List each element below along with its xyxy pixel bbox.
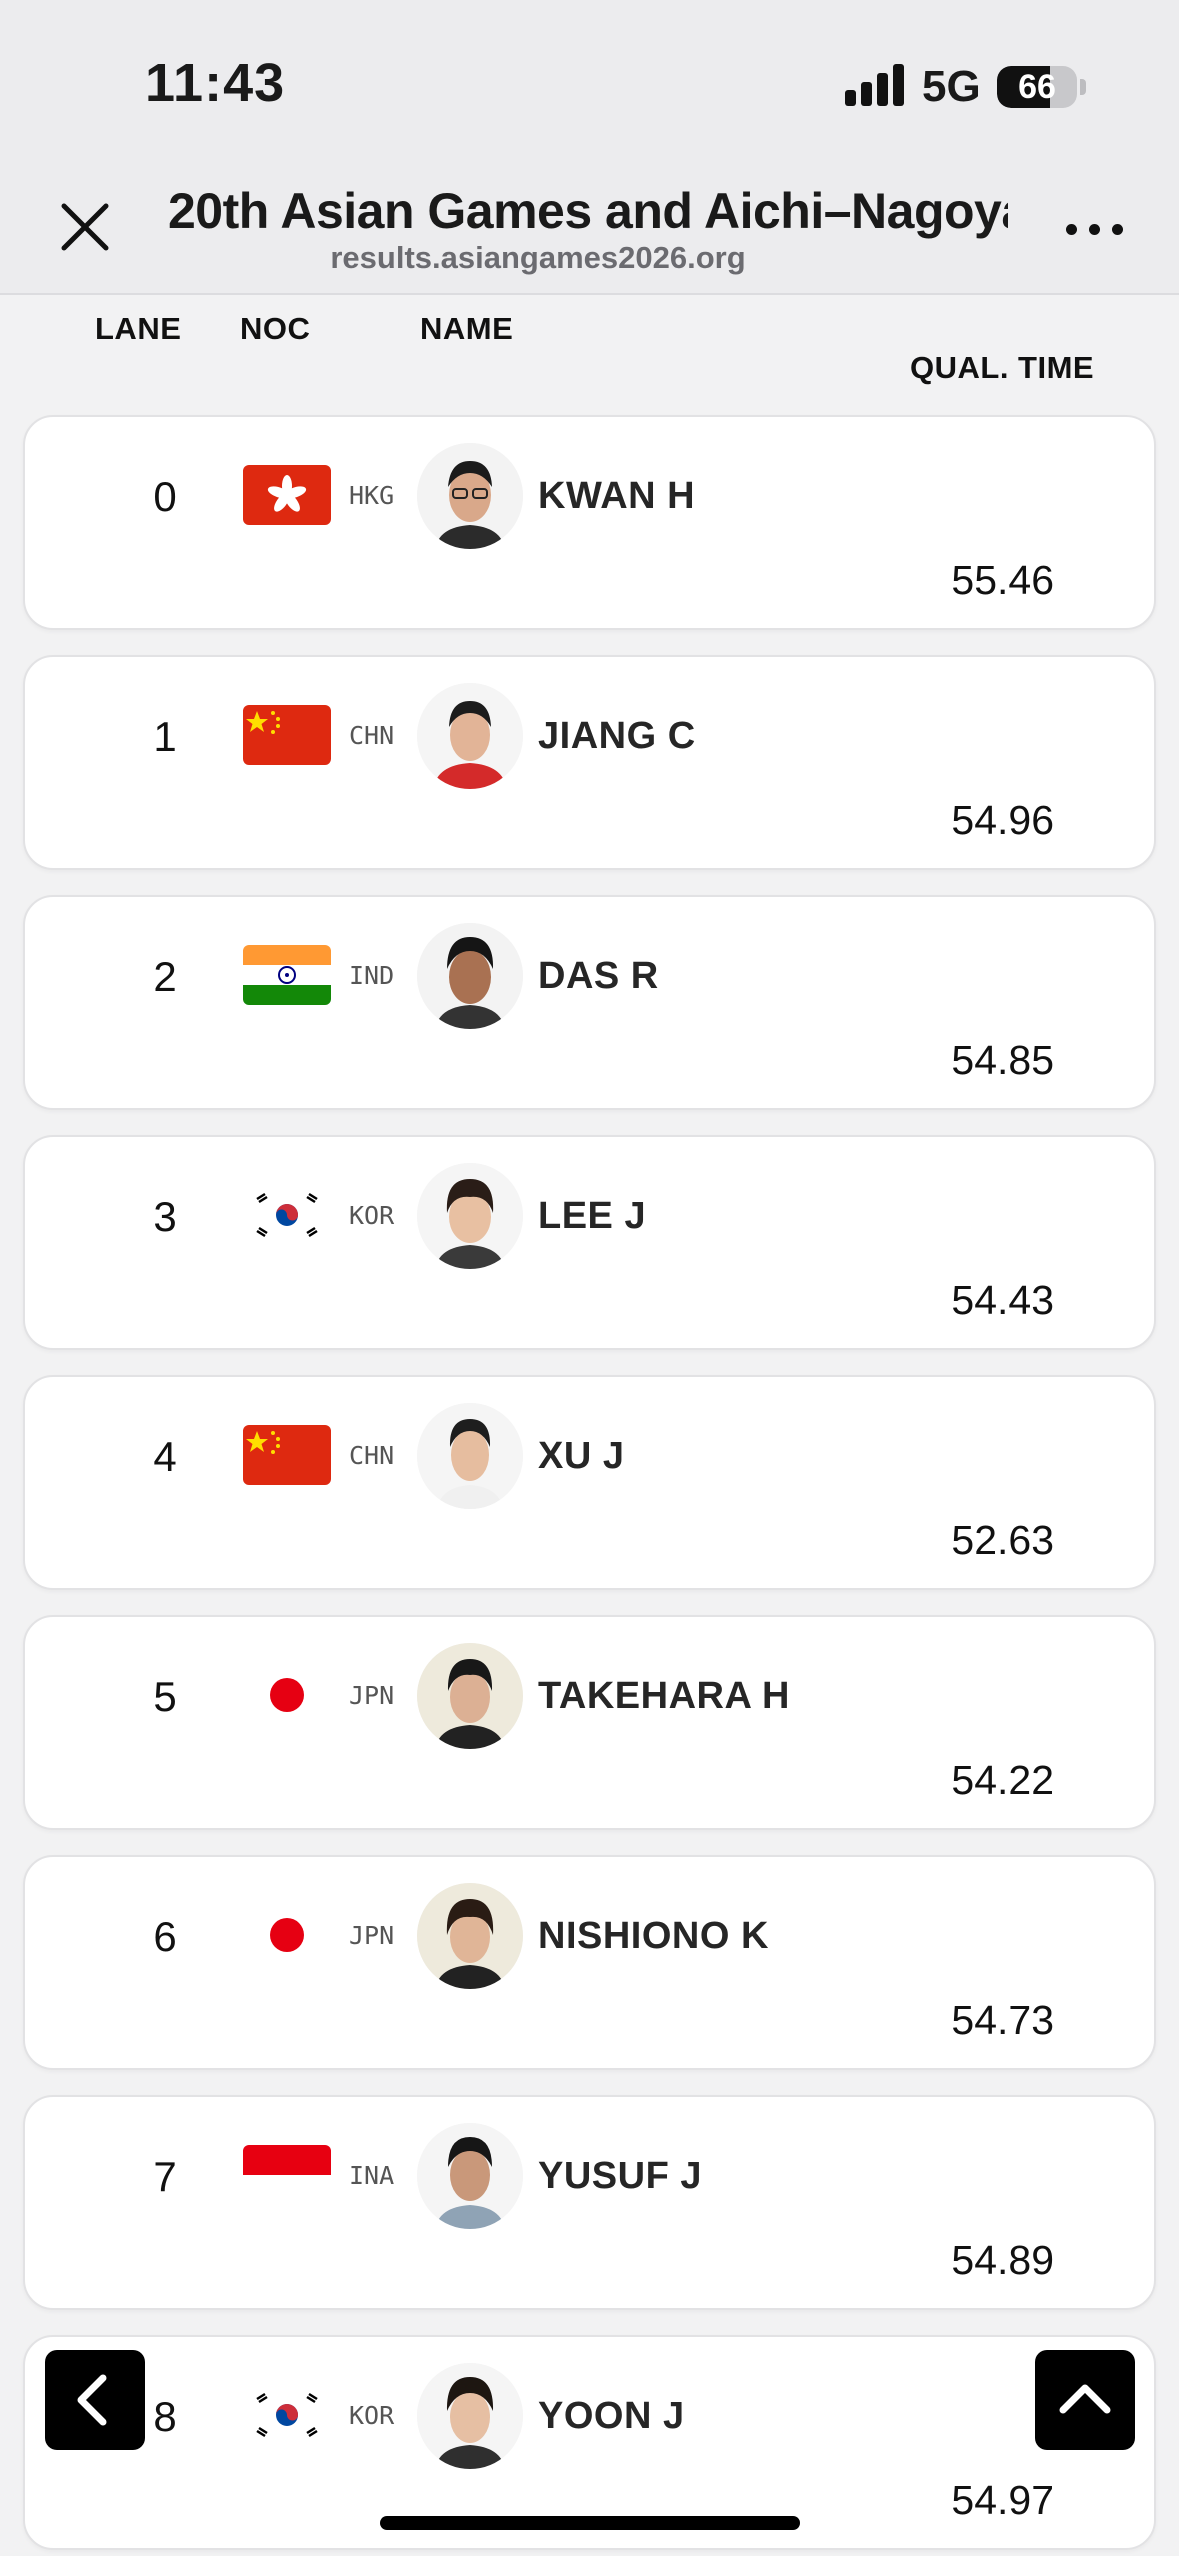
- noc-code: JPN: [349, 1921, 395, 1950]
- china-flag-icon: [243, 1425, 331, 1485]
- lane-number: 7: [153, 2153, 177, 2200]
- south-korea-flag-icon: [243, 1185, 331, 1245]
- japan-flag-icon: [243, 1665, 331, 1725]
- noc-code: IND: [349, 961, 395, 990]
- noc-code: CHN: [349, 1441, 395, 1470]
- back-button[interactable]: [45, 2350, 145, 2450]
- athlete-avatar: [417, 923, 523, 1029]
- noc-code: HKG: [349, 481, 395, 510]
- athlete-avatar: [417, 2123, 523, 2229]
- scroll-top-button[interactable]: [1035, 2350, 1135, 2450]
- athlete-name: KWAN H: [538, 475, 696, 517]
- athlete-avatar: [417, 1163, 523, 1269]
- qual-time: 54.85: [951, 1037, 1054, 1083]
- china-flag-icon: [243, 705, 331, 765]
- table-row[interactable]: 7 INA YUSUF J 54.89: [23, 2095, 1156, 2310]
- south-korea-flag-icon: [243, 2385, 331, 2445]
- chevron-left-icon: [77, 2374, 107, 2426]
- noc-code: INA: [349, 2161, 395, 2190]
- start-list: 0 HKG KWAN H 55.46 1 CHN JIANG C 54.96 2…: [0, 0, 1179, 2556]
- athlete-name: JIANG C: [538, 715, 696, 757]
- chevron-up-icon: [1059, 2384, 1111, 2414]
- athlete-avatar: [417, 1643, 523, 1749]
- qual-time: 54.22: [951, 1757, 1054, 1803]
- home-indicator: [380, 2516, 800, 2530]
- table-row[interactable]: 0 HKG KWAN H 55.46: [23, 415, 1156, 630]
- lane-number: 5: [153, 1673, 177, 1720]
- noc-code: CHN: [349, 721, 395, 750]
- table-row[interactable]: 4 CHN XU J 52.63: [23, 1375, 1156, 1590]
- indonesia-flag-icon: [243, 2145, 331, 2205]
- qual-time: 52.63: [951, 1517, 1054, 1563]
- lane-number: 3: [153, 1193, 177, 1240]
- qual-time: 55.46: [951, 557, 1054, 603]
- athlete-name: TAKEHARA H: [538, 1675, 790, 1717]
- athlete-avatar: [417, 443, 523, 549]
- table-row[interactable]: 2 IND DAS R 54.85: [23, 895, 1156, 1110]
- athlete-name: NISHIONO K: [538, 1915, 769, 1957]
- athlete-name: YUSUF J: [538, 2155, 702, 2197]
- lane-number: 6: [153, 1913, 177, 1960]
- athlete-name: DAS R: [538, 955, 659, 997]
- qual-time: 54.89: [951, 2237, 1054, 2283]
- noc-code: KOR: [349, 2401, 395, 2430]
- india-flag-icon: [243, 945, 331, 1005]
- table-row[interactable]: 5 JPN TAKEHARA H 54.22: [23, 1615, 1156, 1830]
- athlete-name: LEE J: [538, 1195, 647, 1237]
- lane-number: 2: [153, 953, 177, 1000]
- qual-time: 54.43: [951, 1277, 1054, 1323]
- athlete-name: XU J: [538, 1435, 625, 1477]
- athlete-name: YOON J: [538, 2395, 685, 2437]
- qual-time: 54.73: [951, 1997, 1054, 2043]
- hong-kong-flag-icon: [243, 465, 331, 525]
- table-row[interactable]: 3 KOR LEE J 54.43: [23, 1135, 1156, 1350]
- qual-time: 54.96: [951, 797, 1054, 843]
- athlete-avatar: [417, 1883, 523, 1989]
- noc-code: KOR: [349, 1201, 395, 1230]
- table-row[interactable]: 6 JPN NISHIONO K 54.73: [23, 1855, 1156, 2070]
- athlete-avatar: [417, 1403, 523, 1509]
- athlete-avatar: [417, 2363, 523, 2469]
- noc-code: JPN: [349, 1681, 395, 1710]
- lane-number: 0: [153, 473, 177, 520]
- lane-number: 4: [153, 1433, 177, 1480]
- qual-time: 54.97: [951, 2477, 1054, 2523]
- athlete-avatar: [417, 683, 523, 789]
- lane-number: 1: [153, 713, 177, 760]
- table-row[interactable]: 1 CHN JIANG C 54.96: [23, 655, 1156, 870]
- japan-flag-icon: [243, 1905, 331, 1965]
